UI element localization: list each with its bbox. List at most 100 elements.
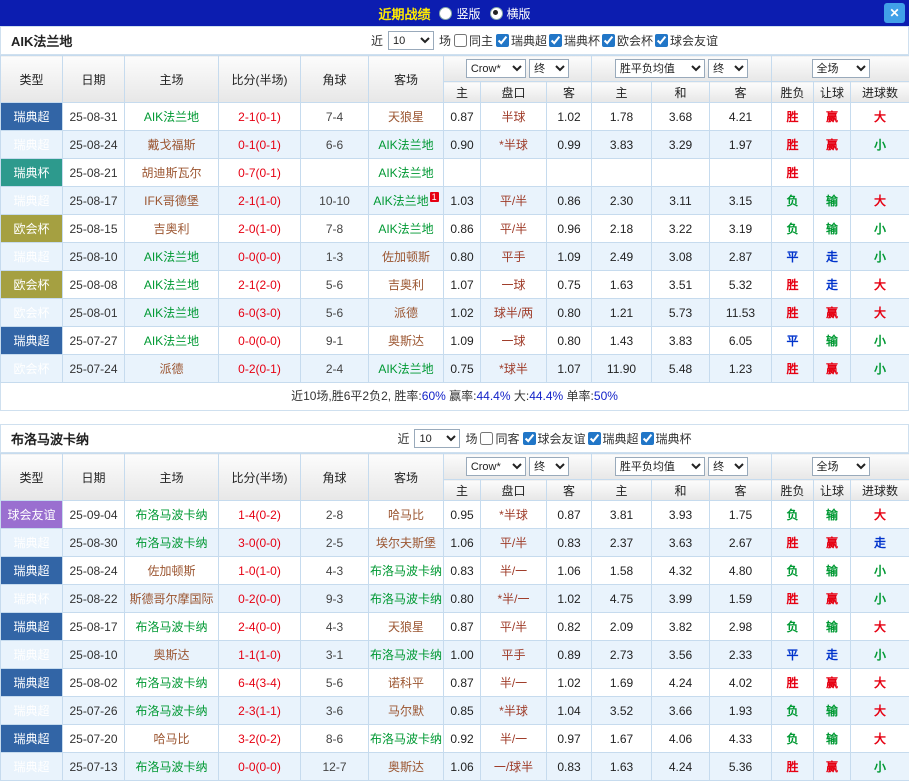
away-team[interactable]: 天狼星 — [369, 103, 444, 131]
away-team[interactable]: 奥斯达 — [369, 327, 444, 355]
away-team[interactable]: AIK法兰地 — [369, 355, 444, 383]
away-team[interactable]: 诺科平 — [369, 669, 444, 697]
result-outcome: 胜 — [772, 131, 814, 159]
avg-draw: 3.66 — [652, 697, 710, 725]
avg-final-select[interactable]: 终 — [708, 457, 748, 476]
away-team[interactable]: 布洛马波卡纳 — [369, 557, 444, 585]
home-team[interactable]: AIK法兰地 — [125, 103, 219, 131]
league-filter[interactable]: 瑞典杯 — [641, 430, 692, 447]
subcol-header-handicap: 盘口 — [481, 82, 547, 103]
layout-radio-horizontal[interactable]: 横版 — [490, 5, 531, 22]
home-team[interactable]: 戴戈福斯 — [125, 131, 219, 159]
card-badge: 1 — [430, 192, 439, 202]
odds-company-select[interactable]: Crow* — [466, 457, 526, 476]
league-filter[interactable]: 球会友谊 — [655, 32, 718, 49]
home-team[interactable]: 哈马比 — [125, 725, 219, 753]
away-team[interactable]: AIK法兰地 — [369, 159, 444, 187]
odds-final-select[interactable]: 终 — [529, 59, 569, 78]
home-team[interactable]: AIK法兰地 — [125, 243, 219, 271]
avg-odds-select[interactable]: 胜平负均值 — [615, 457, 705, 476]
same-side-checkbox[interactable] — [480, 432, 493, 445]
league-filter-checkbox[interactable] — [588, 432, 601, 445]
league-filter[interactable]: 瑞典杯 — [549, 32, 600, 49]
home-team[interactable]: 布洛马波卡纳 — [125, 669, 219, 697]
same-side-filter[interactable]: 同主 — [454, 32, 493, 49]
league-filter[interactable]: 瑞典超 — [496, 32, 547, 49]
home-team[interactable]: 派德 — [125, 355, 219, 383]
league-filter[interactable]: 球会友谊 — [523, 430, 586, 447]
away-team[interactable]: 吉奥利 — [369, 271, 444, 299]
league-filter-checkbox[interactable] — [496, 34, 509, 47]
home-team[interactable]: AIK法兰地 — [125, 271, 219, 299]
radio-icon-vertical[interactable] — [439, 7, 452, 20]
subcol-header-odds-home: 主 — [444, 480, 481, 501]
home-team[interactable]: 斯德哥尔摩国际 — [125, 585, 219, 613]
away-team[interactable]: 天狼星 — [369, 613, 444, 641]
home-team[interactable]: IFK哥德堡 — [125, 187, 219, 215]
result-outcome: 胜 — [772, 529, 814, 557]
home-team-name: AIK法兰地 — [144, 278, 199, 292]
subcol-header-avg-draw: 和 — [652, 82, 710, 103]
league-filter-checkbox[interactable] — [523, 432, 536, 445]
away-team[interactable]: 佐加顿斯 — [369, 243, 444, 271]
subcol-header-handicap-result: 让球 — [814, 480, 851, 501]
home-team[interactable]: 佐加顿斯 — [125, 557, 219, 585]
odds-home: 1.09 — [444, 327, 481, 355]
league-filter-checkbox[interactable] — [549, 34, 562, 47]
home-team-name: AIK法兰地 — [144, 250, 199, 264]
away-team[interactable]: 奥斯达 — [369, 753, 444, 781]
league-type-badge: 瑞典杯 — [1, 585, 63, 613]
home-team[interactable]: 布洛马波卡纳 — [125, 753, 219, 781]
close-button[interactable]: ✕ — [884, 3, 905, 23]
league-type-badge: 瑞典超 — [1, 327, 63, 355]
league-filter-checkbox[interactable] — [641, 432, 654, 445]
corner-score: 7-4 — [301, 103, 369, 131]
match-date: 25-08-02 — [63, 669, 125, 697]
home-team[interactable]: 胡迪斯瓦尔 — [125, 159, 219, 187]
league-type-badge: 瑞典超 — [1, 669, 63, 697]
league-filter-checkbox[interactable] — [655, 34, 668, 47]
home-team[interactable]: 奥斯达 — [125, 641, 219, 669]
away-team[interactable]: 布洛马波卡纳 — [369, 725, 444, 753]
away-team[interactable]: AIK法兰地1 — [369, 187, 444, 215]
league-filter[interactable]: 瑞典超 — [588, 430, 639, 447]
away-team[interactable]: 布洛马波卡纳 — [369, 585, 444, 613]
home-team[interactable]: 布洛马波卡纳 — [125, 697, 219, 725]
same-side-filter[interactable]: 同客 — [480, 430, 519, 447]
away-team[interactable]: AIK法兰地 — [369, 131, 444, 159]
avg-odds-select[interactable]: 胜平负均值 — [615, 59, 705, 78]
same-side-checkbox[interactable] — [454, 34, 467, 47]
radio-icon-horizontal[interactable] — [490, 7, 503, 20]
layout-radio-vertical[interactable]: 竖版 — [439, 5, 480, 22]
home-team[interactable]: 布洛马波卡纳 — [125, 613, 219, 641]
avg-away: 1.23 — [710, 355, 772, 383]
result-goals: 小 — [851, 585, 909, 613]
away-team[interactable]: 哈马比 — [369, 501, 444, 529]
odds-company-select[interactable]: Crow* — [466, 59, 526, 78]
away-team-name: 吉奥利 — [388, 278, 424, 292]
league-filter[interactable]: 欧会杯 — [602, 32, 653, 49]
match-count-select[interactable]: 10 — [414, 429, 460, 448]
away-team[interactable]: 埃尔夫斯堡 — [369, 529, 444, 557]
home-team[interactable]: AIK法兰地 — [125, 327, 219, 355]
home-team[interactable]: AIK法兰地 — [125, 299, 219, 327]
summary-text: 50% — [594, 389, 618, 403]
scope-group-header: 全场 — [772, 56, 909, 82]
home-team[interactable]: 布洛马波卡纳 — [125, 501, 219, 529]
away-team[interactable]: 派德 — [369, 299, 444, 327]
away-team[interactable]: 马尔默 — [369, 697, 444, 725]
away-team[interactable]: AIK法兰地 — [369, 215, 444, 243]
match-scope-select[interactable]: 全场 — [812, 457, 870, 476]
home-team[interactable]: 吉奥利 — [125, 215, 219, 243]
titlebar: 近期战绩 竖版 横版 ✕ — [0, 0, 909, 26]
away-team[interactable]: 布洛马波卡纳 — [369, 641, 444, 669]
home-team[interactable]: 布洛马波卡纳 — [125, 529, 219, 557]
score-halftime: 3-0(0-0) — [219, 529, 301, 557]
match-count-select[interactable]: 10 — [388, 31, 434, 50]
subcol-header-avg-home: 主 — [592, 82, 652, 103]
odds-away: 0.89 — [547, 641, 592, 669]
match-scope-select[interactable]: 全场 — [812, 59, 870, 78]
league-filter-checkbox[interactable] — [602, 34, 615, 47]
avg-final-select[interactable]: 终 — [708, 59, 748, 78]
odds-final-select[interactable]: 终 — [529, 457, 569, 476]
